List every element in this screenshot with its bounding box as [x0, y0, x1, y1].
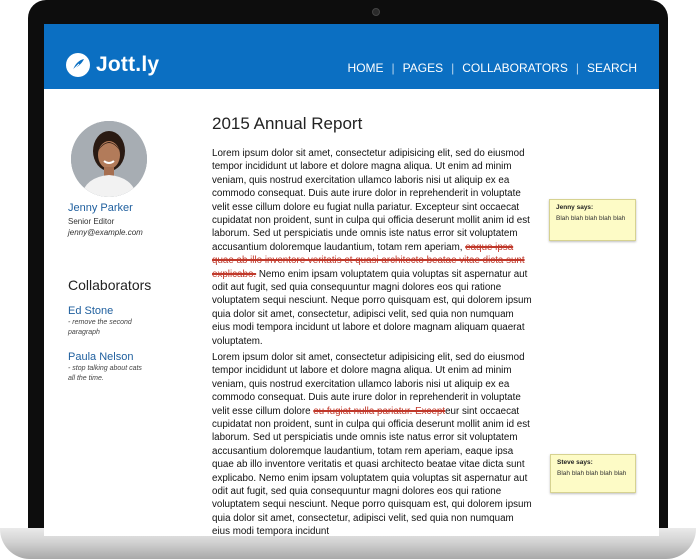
comment-author: Jenny says:: [556, 204, 594, 211]
struck-text[interactable]: eu fugiat nulla pariatur. Except: [313, 406, 445, 417]
comment-text: Blah blah blah blah blah: [557, 470, 627, 477]
nav-separator: |: [575, 61, 579, 75]
camera-icon: [372, 8, 380, 16]
collaborators-heading: Collaborators: [68, 277, 152, 293]
paragraph-text: Nemo enim ipsam voluptatem quia voluptas…: [212, 268, 532, 347]
collaborator-note: - stop talking about cats all the time.: [68, 365, 142, 382]
main-nav: HOME | PAGES | COLLABORATORS | SEARCH: [348, 61, 637, 75]
brand-logo[interactable]: Jott.ly: [66, 53, 159, 77]
paragraph-text: Lorem ipsum dolor sit amet, consectetur …: [212, 148, 530, 253]
collaborator-note: - remove the second paragraph: [68, 319, 132, 336]
brand-name: Jott.ly: [96, 53, 160, 76]
avatar[interactable]: [71, 121, 147, 197]
collaborator-name[interactable]: Ed Stone: [68, 305, 148, 317]
document-paragraph[interactable]: Lorem ipsum dolor sit amet, consectetur …: [212, 351, 534, 536]
collaborator-item: Ed Stone - remove the second paragraph: [68, 305, 148, 338]
document-paragraph[interactable]: Lorem ipsum dolor sit amet, consectetur …: [212, 147, 534, 348]
paragraph-text: eur sint occaecat cupidatat non proident…: [212, 405, 532, 536]
collaborator-name[interactable]: Paula Nelson: [68, 351, 148, 363]
comment-note[interactable]: Jenny says: Blah blah blah blah blah: [549, 199, 636, 241]
comment-note[interactable]: Steve says: Blah blah blah blah blah: [550, 454, 636, 493]
nav-collaborators[interactable]: COLLABORATORS: [462, 61, 568, 75]
user-email: jenny@example.com: [68, 228, 143, 237]
comment-author: Steve says:: [557, 459, 593, 466]
user-name[interactable]: Jenny Parker: [68, 202, 133, 214]
nav-home[interactable]: HOME: [348, 61, 384, 75]
collaborator-item: Paula Nelson - stop talking about cats a…: [68, 351, 148, 384]
nav-separator: |: [391, 61, 395, 75]
app-header: Jott.ly HOME | PAGES | COLLABORATORS | S…: [44, 24, 659, 89]
screen: Jott.ly HOME | PAGES | COLLABORATORS | S…: [44, 24, 659, 536]
document-title: 2015 Annual Report: [212, 114, 363, 133]
nav-search[interactable]: SEARCH: [587, 61, 637, 75]
user-role: Senior Editor: [68, 217, 115, 226]
feather-icon: [66, 53, 90, 77]
comment-text: Blah blah blah blah blah: [556, 215, 626, 222]
nav-pages[interactable]: PAGES: [403, 61, 443, 75]
nav-separator: |: [451, 61, 455, 75]
